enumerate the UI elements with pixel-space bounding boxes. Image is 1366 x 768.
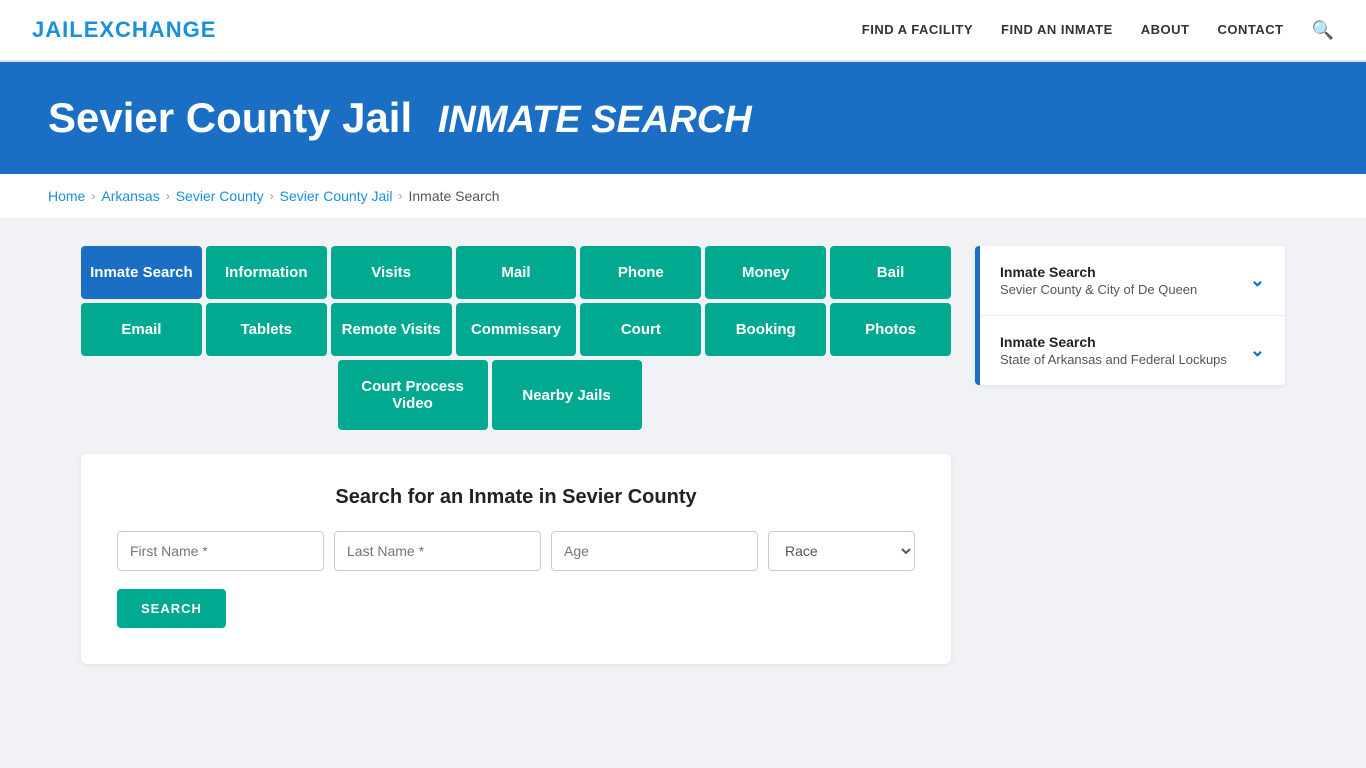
search-icon-nav[interactable]: 🔍 [1312,20,1334,41]
tab-nearby-jails[interactable]: Nearby Jails [492,360,642,430]
last-name-input[interactable] [334,531,541,571]
tab-bail[interactable]: Bail [830,246,951,299]
hero-title-bold: Sevier County Jail [48,94,412,141]
tab-court[interactable]: Court [580,303,701,356]
breadcrumb-home[interactable]: Home [48,188,85,204]
navbar: JAILEXCHANGE FIND A FACILITY FIND AN INM… [0,0,1366,62]
nav-item-inmate[interactable]: FIND AN INMATE [1001,21,1113,39]
tabs-row3: Court Process Video Nearby Jails [81,360,951,430]
sidebar: Inmate Search Sevier County & City of De… [975,246,1285,389]
tab-tablets[interactable]: Tablets [206,303,327,356]
tab-commissary[interactable]: Commissary [456,303,577,356]
sep4: › [398,189,402,203]
breadcrumb: Home › Arkansas › Sevier County › Sevier… [0,174,1366,218]
logo-part1: JAIL [32,17,84,42]
tabs-row1: Inmate Search Information Visits Mail Ph… [81,246,951,299]
nav-links: FIND A FACILITY FIND AN INMATE ABOUT CON… [862,20,1334,41]
tab-information[interactable]: Information [206,246,327,299]
sep1: › [91,189,95,203]
search-title: Search for an Inmate in Sevier County [117,486,915,509]
breadcrumb-current: Inmate Search [408,188,499,204]
age-input[interactable] [551,531,758,571]
sidebar-item-arkansas[interactable]: Inmate Search State of Arkansas and Fede… [980,316,1285,385]
sep2: › [166,189,170,203]
sidebar-item-sevier-subtitle: Sevier County & City of De Queen [1000,282,1197,297]
tab-phone[interactable]: Phone [580,246,701,299]
nav-item-contact[interactable]: CONTACT [1217,21,1283,39]
sidebar-item-arkansas-title: Inmate Search [1000,334,1227,350]
tab-photos[interactable]: Photos [830,303,951,356]
first-name-input[interactable] [117,531,324,571]
main-wrapper: Inmate Search Information Visits Mail Ph… [33,218,1333,692]
nav-item-about[interactable]: ABOUT [1141,21,1190,39]
tab-booking[interactable]: Booking [705,303,826,356]
chevron-down-icon: ⌄ [1250,270,1265,291]
tab-visits[interactable]: Visits [331,246,452,299]
tab-inmate-search[interactable]: Inmate Search [81,246,202,299]
search-inputs: Race White Black Hispanic Asian Other [117,531,915,571]
hero-title: Sevier County Jail INMATE SEARCH [48,94,1318,142]
tab-money[interactable]: Money [705,246,826,299]
breadcrumb-arkansas[interactable]: Arkansas [101,188,159,204]
sidebar-card: Inmate Search Sevier County & City of De… [975,246,1285,385]
hero-banner: Sevier County Jail INMATE SEARCH [0,62,1366,174]
logo-part2: EXCHANGE [84,17,217,42]
sidebar-item-sevier-title: Inmate Search [1000,264,1197,280]
breadcrumb-sevier-county[interactable]: Sevier County [176,188,264,204]
search-button[interactable]: SEARCH [117,589,226,628]
race-select[interactable]: Race White Black Hispanic Asian Other [768,531,915,571]
sidebar-item-sevier-text: Inmate Search Sevier County & City of De… [1000,264,1197,297]
search-card: Search for an Inmate in Sevier County Ra… [81,454,951,664]
nav-item-facility[interactable]: FIND A FACILITY [862,21,973,39]
sidebar-item-sevier[interactable]: Inmate Search Sevier County & City of De… [980,246,1285,316]
tab-email[interactable]: Email [81,303,202,356]
tab-mail[interactable]: Mail [456,246,577,299]
tab-remote-visits[interactable]: Remote Visits [331,303,452,356]
chevron-down-icon-2: ⌄ [1250,340,1265,361]
hero-title-italic: INMATE SEARCH [438,99,752,141]
content-area: Inmate Search Information Visits Mail Ph… [81,246,951,664]
sidebar-item-arkansas-text: Inmate Search State of Arkansas and Fede… [1000,334,1227,367]
tab-court-process-video[interactable]: Court Process Video [338,360,488,430]
tabs-row2: Email Tablets Remote Visits Commissary C… [81,303,951,356]
breadcrumb-sevier-jail[interactable]: Sevier County Jail [280,188,393,204]
sep3: › [270,189,274,203]
logo[interactable]: JAILEXCHANGE [32,17,216,43]
sidebar-item-arkansas-subtitle: State of Arkansas and Federal Lockups [1000,352,1227,367]
